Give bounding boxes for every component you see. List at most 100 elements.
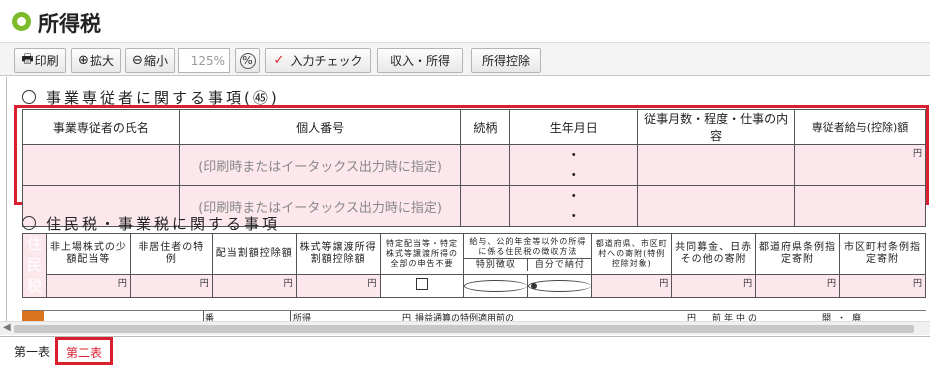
col-salary: 専従者給与(控除)額	[794, 109, 926, 145]
zoom-out-icon: ⊖	[132, 53, 143, 68]
col-dividend-deduction: 配当割額控除額	[211, 233, 297, 275]
col-collection-method: 給与、公的年金等以外の所得に係る住民税の徴収方法 特別徴収 自分で納付	[463, 233, 593, 275]
title-circle-icon	[12, 12, 31, 31]
col-name: 事業専従者の氏名	[22, 109, 180, 145]
zoom-out-label: 縮小	[143, 54, 168, 68]
page-title: 所得税	[38, 12, 101, 36]
yen-label: 円	[402, 314, 412, 321]
business-tax-label	[22, 311, 44, 321]
name-cell[interactable]	[22, 144, 180, 186]
zoom-reset-button[interactable]: %	[235, 48, 260, 73]
yen-label: 円	[199, 278, 209, 289]
deduction-label: 所得控除	[481, 54, 530, 68]
tab-sheet1[interactable]: 第一表	[8, 341, 56, 361]
collection-method-cell	[463, 273, 593, 299]
horizontal-scrollbar[interactable]: ◀	[0, 321, 930, 335]
yen-label: 円	[912, 149, 922, 159]
relation-cell[interactable]	[460, 144, 511, 186]
zoom-value-field[interactable]: 125%	[178, 48, 230, 73]
printer-icon: 🖶	[21, 51, 34, 67]
partial-prior-year-label: 前年中の	[712, 314, 761, 321]
partial-row: 番 所得 円 損益通算の特例適用前の 円 前年中の 開・廃	[22, 310, 926, 321]
yen-label: 円	[659, 278, 669, 289]
col-birthdate: 生年月日	[509, 109, 639, 145]
collection-method-label: 給与、公的年金等以外の所得に係る住民税の徴収方法	[469, 237, 587, 257]
yen-label: 円	[912, 278, 922, 289]
self-payment-label: 自分で納付	[534, 260, 585, 271]
prefecture-ordinance-cell[interactable]: 円	[755, 273, 840, 299]
section2-heading: 住民税・事業税に関する事項	[22, 213, 280, 234]
toolbar: 🖶 印刷 ⊕ 拡大 ⊖ 縮小 125% % ✓ 入力チェック 収入・所得 所得控除	[0, 42, 930, 76]
yen-label: 円	[367, 278, 377, 289]
scroll-thumb[interactable]	[14, 325, 914, 333]
nonresident-cell[interactable]: 円	[129, 273, 213, 299]
my-number-cell[interactable]: (印刷時またはイータックス出力時に指定)	[178, 144, 462, 186]
income-label: 収入・所得	[389, 54, 450, 68]
partial-open-close-label: 開・廃	[822, 314, 868, 321]
title-bar: 所得税	[0, 0, 930, 42]
relation-cell[interactable]	[460, 185, 511, 227]
percent-zoom-icon: %	[239, 52, 256, 69]
partial-mark: 番	[203, 311, 214, 321]
print-label: 印刷	[34, 54, 59, 68]
yen-label: 円	[117, 278, 127, 289]
col-prefecture-ordinance: 都道府県条例指定寄附	[755, 233, 840, 275]
col-relation: 続柄	[460, 109, 511, 145]
table-row: (印刷時またはイータックス出力時に指定) ・ ・ 円	[22, 144, 926, 186]
col-no-filing: 特定配当等・特定株式等譲渡所得の全部の申告不要	[379, 233, 465, 275]
tab-sheet2[interactable]: 第二表	[55, 337, 114, 365]
birthdate-cell[interactable]: ・ ・	[509, 185, 639, 227]
print-button[interactable]: 🖶 印刷	[14, 48, 66, 73]
resident-tax-label: 住民税	[22, 233, 47, 298]
yen-label: 円	[743, 278, 753, 289]
prefecture-donation-cell[interactable]: 円	[591, 273, 673, 299]
municipal-ordinance-cell[interactable]: 円	[839, 273, 926, 299]
zoom-in-icon: ⊕	[78, 53, 89, 68]
form-content: 事業専従者に関する事項(㊺) 事業専従者の氏名 個人番号 続柄 生年月日 従事月…	[0, 77, 930, 321]
zoom-in-button[interactable]: ⊕ 拡大	[71, 48, 121, 73]
col-nonresident: 非居住者の特例	[129, 233, 213, 275]
left-rule	[6, 77, 7, 321]
birthdate-cell[interactable]: ・ ・	[509, 144, 639, 186]
no-filing-checkbox[interactable]	[416, 278, 428, 291]
col-small-dividend: 非上場株式の少額配当等	[45, 233, 131, 275]
sheet-tabs: 第一表 第二表	[0, 336, 930, 365]
table-row: 円 円 円 円 円 円 円 円	[23, 273, 926, 299]
partial-income-label: 所得	[290, 311, 311, 321]
deduction-button[interactable]: 所得控除	[471, 48, 541, 73]
income-button[interactable]: 収入・所得	[377, 48, 463, 73]
zoom-in-label: 拡大	[89, 54, 114, 68]
yen-label: 円	[826, 278, 836, 289]
no-filing-cell	[379, 273, 465, 299]
salary-cell[interactable]: 円	[794, 144, 926, 186]
circle-icon	[22, 90, 36, 104]
resident-tax-table: 住民税 非上場株式の少額配当等 非居住者の特例 配当割額控除額 株式等譲渡所得割…	[22, 233, 926, 299]
self-payment-radio[interactable]	[528, 279, 592, 292]
partial-loss-label: 損益通算の特例適用前の	[415, 314, 515, 321]
salary-cell[interactable]	[794, 185, 926, 227]
stock-transfer-cell[interactable]: 円	[295, 273, 381, 299]
zoom-out-button[interactable]: ⊖ 縮小	[125, 48, 175, 73]
input-check-button[interactable]: ✓ 入力チェック	[265, 48, 371, 73]
section2-heading-text: 住民税・事業税に関する事項	[46, 215, 281, 233]
small-dividend-cell[interactable]: 円	[45, 273, 131, 299]
col-work-detail: 従事月数・程度・仕事の内容	[637, 109, 796, 145]
col-municipal-ordinance: 市区町村条例指定寄附	[839, 233, 926, 275]
circle-icon	[22, 216, 36, 230]
work-detail-cell[interactable]	[637, 144, 796, 186]
col-stock-transfer: 株式等譲渡所得割額控除額	[295, 233, 381, 275]
input-check-label: 入力チェック	[290, 54, 363, 68]
work-detail-cell[interactable]	[637, 185, 796, 227]
community-chest-cell[interactable]: 円	[671, 273, 757, 299]
special-collection-radio[interactable]	[464, 279, 528, 292]
col-my-number: 個人番号	[178, 109, 462, 145]
yen-label: 円	[687, 314, 697, 321]
dividend-deduction-cell[interactable]: 円	[211, 273, 297, 299]
dependent-worker-table: 事業専従者の氏名 個人番号 続柄 生年月日 従事月数・程度・仕事の内容 専従者給…	[22, 109, 926, 227]
col-community-chest: 共同募金、日赤その他の寄附	[671, 233, 757, 275]
yen-label: 円	[283, 278, 293, 289]
checkmark-icon: ✓	[273, 53, 285, 68]
special-collection-label: 特別徴収	[464, 259, 529, 272]
scroll-left-icon[interactable]: ◀	[3, 322, 11, 333]
resident-tax-text: 住民税	[26, 235, 42, 295]
